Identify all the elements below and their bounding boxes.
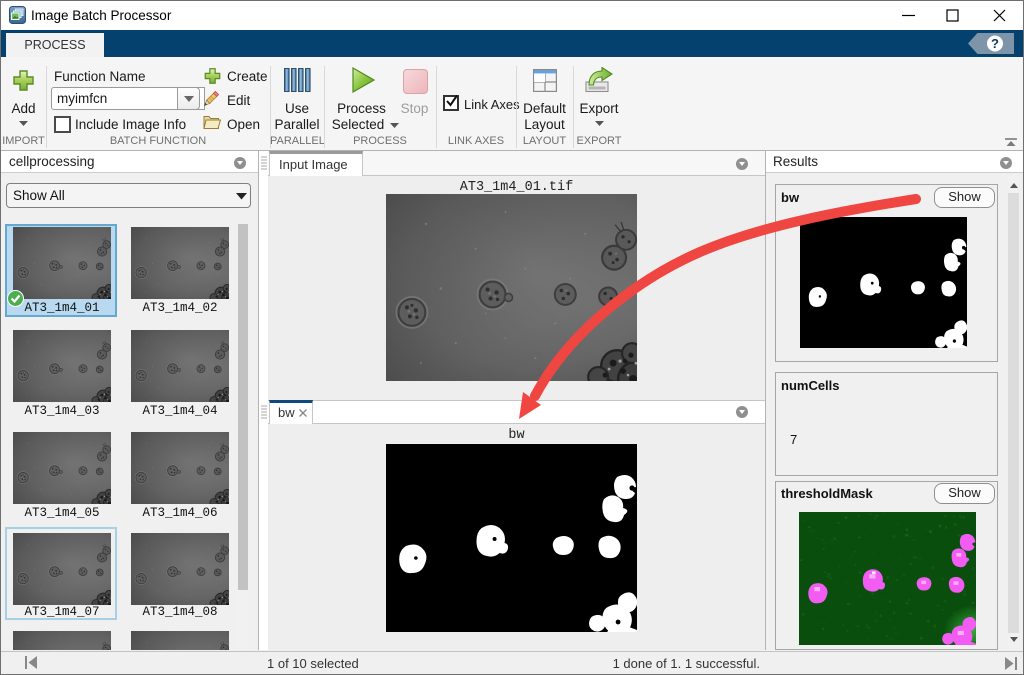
svg-text:?: ? (991, 36, 999, 51)
